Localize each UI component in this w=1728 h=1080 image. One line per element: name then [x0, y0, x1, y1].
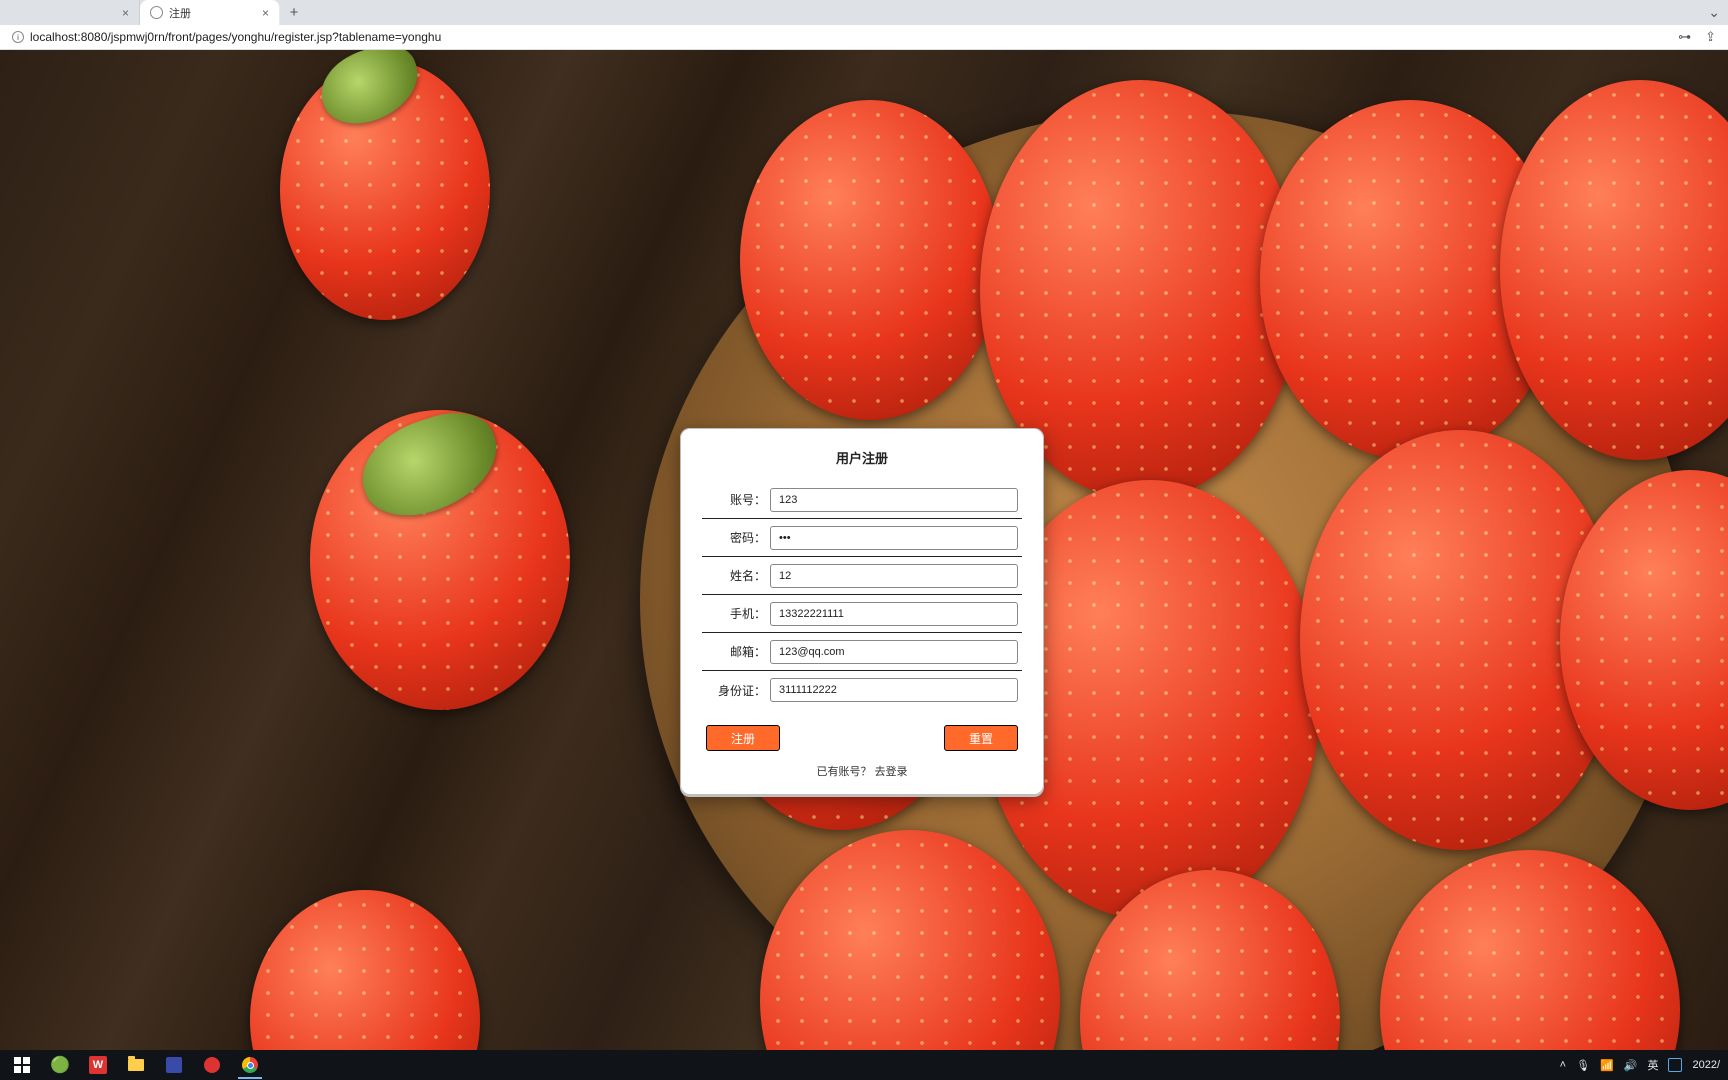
button-row: 注册 重置: [702, 725, 1022, 751]
label-name: 姓名：: [706, 567, 766, 584]
input-phone[interactable]: [770, 602, 1018, 626]
wps-icon: W: [89, 1056, 107, 1074]
browser-tab-1[interactable]: 注册 ×: [140, 0, 280, 25]
decorative-berry: [250, 890, 480, 1056]
tab-title: 注册: [169, 5, 191, 21]
label-idcard: 身份证：: [706, 682, 766, 699]
label-account: 账号：: [706, 491, 766, 508]
decorative-berry: [740, 100, 1000, 420]
close-icon[interactable]: ×: [122, 6, 129, 20]
start-button[interactable]: [4, 1051, 40, 1079]
music-icon: [204, 1057, 220, 1073]
login-prompt: 已有账号？ 去登录: [702, 763, 1022, 779]
windows-icon: [14, 1057, 30, 1073]
label-email: 邮箱：: [706, 643, 766, 660]
chrome-icon: [242, 1057, 258, 1073]
url-text[interactable]: localhost:8080/jspmwj0rn/front/pages/yon…: [30, 30, 441, 44]
tray-volume-icon[interactable]: 🔊: [1624, 1059, 1638, 1072]
input-name[interactable]: [770, 564, 1018, 588]
form-title: 用户注册: [702, 448, 1022, 467]
input-email[interactable]: [770, 640, 1018, 664]
address-bar: i localhost:8080/jspmwj0rn/front/pages/y…: [0, 25, 1728, 50]
reset-button[interactable]: 重置: [944, 725, 1018, 751]
register-card: 用户注册 账号： 密码： 姓名： 手机： 邮箱： 身份证： 注册 重置: [680, 428, 1044, 795]
input-password[interactable]: [770, 526, 1018, 550]
taskbar-explorer[interactable]: [118, 1051, 154, 1079]
app-icon: [166, 1057, 182, 1073]
taskbar-music[interactable]: [194, 1051, 230, 1079]
field-row-email: 邮箱：: [702, 633, 1022, 671]
browser-tab-strip: × 注册 × + ⌄: [0, 0, 1728, 25]
label-phone: 手机：: [706, 605, 766, 622]
folder-icon: [128, 1059, 144, 1071]
taskbar-chrome[interactable]: [232, 1051, 268, 1079]
browser-tab-0[interactable]: ×: [0, 0, 140, 25]
new-tab-button[interactable]: +: [280, 4, 308, 21]
tray-app-icon[interactable]: [1668, 1058, 1682, 1072]
app-icon: 🟢: [50, 1055, 70, 1075]
tab-overflow-button[interactable]: ⌄: [1708, 4, 1728, 21]
label-password: 密码：: [706, 529, 766, 546]
tray-wifi-icon[interactable]: 📶: [1600, 1059, 1614, 1072]
page-viewport: 用户注册 账号： 密码： 姓名： 手机： 邮箱： 身份证： 注册 重置: [0, 50, 1728, 1056]
site-info-icon[interactable]: i: [12, 31, 24, 43]
field-row-password: 密码：: [702, 519, 1022, 557]
taskbar-app[interactable]: [156, 1051, 192, 1079]
system-tray: ˄ 🎙 📶 🔊 英 2022/: [1560, 1057, 1724, 1073]
tray-chevron-icon[interactable]: ˄: [1560, 1059, 1566, 1071]
field-row-phone: 手机：: [702, 595, 1022, 633]
submit-button[interactable]: 注册: [706, 725, 780, 751]
field-row-account: 账号：: [702, 481, 1022, 519]
input-account[interactable]: [770, 488, 1018, 512]
tray-clock[interactable]: 2022/: [1692, 1059, 1720, 1071]
close-icon[interactable]: ×: [262, 6, 269, 20]
field-row-idcard: 身份证：: [702, 671, 1022, 709]
share-icon[interactable]: ⇪: [1705, 29, 1716, 45]
globe-icon: [150, 6, 163, 19]
login-link[interactable]: 去登录: [875, 766, 908, 778]
windows-taskbar: 🟢 W ˄ 🎙 📶 🔊 英 2022/: [0, 1050, 1728, 1080]
taskbar-wps[interactable]: W: [80, 1051, 116, 1079]
field-row-name: 姓名：: [702, 557, 1022, 595]
tray-mic-icon[interactable]: 🎙: [1576, 1059, 1590, 1072]
input-idcard[interactable]: [770, 678, 1018, 702]
tray-ime[interactable]: 英: [1647, 1057, 1658, 1073]
key-icon[interactable]: ⊶: [1678, 29, 1691, 45]
taskbar-app[interactable]: 🟢: [42, 1051, 78, 1079]
